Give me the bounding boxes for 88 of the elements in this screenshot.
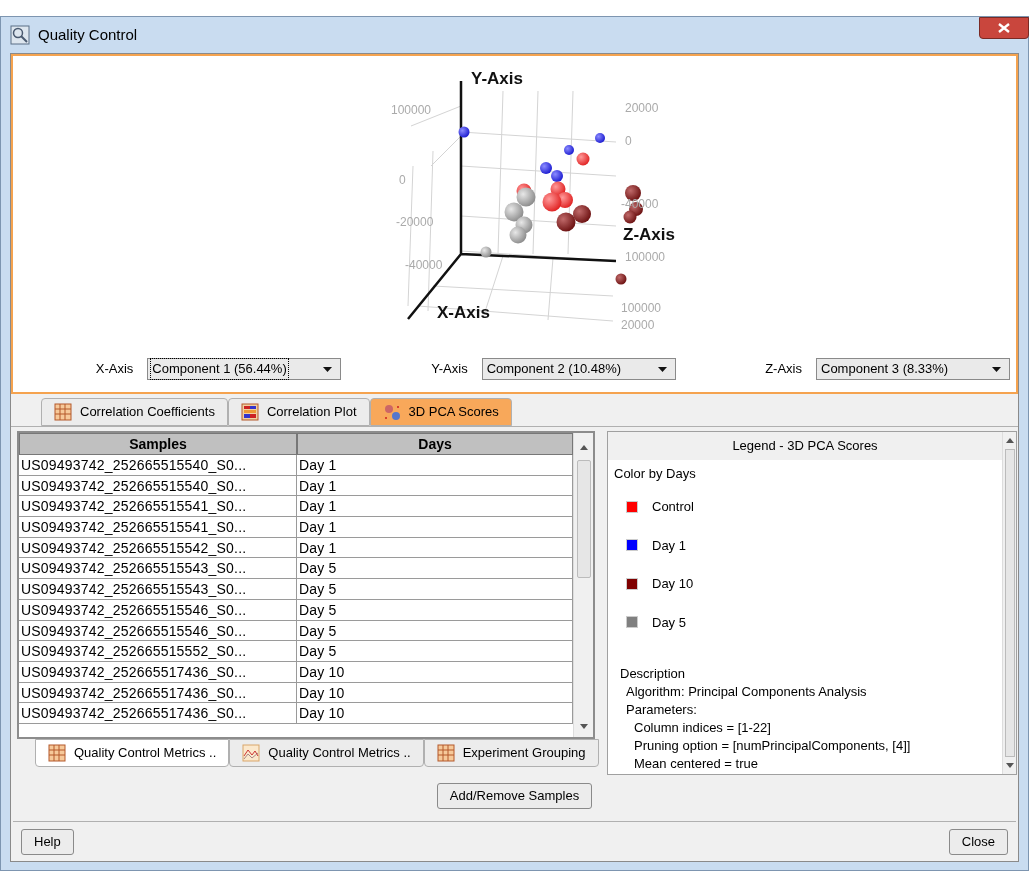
scrollbar[interactable]: [573, 433, 593, 737]
legend-label: Day 10: [652, 575, 694, 593]
table-icon: [54, 403, 72, 421]
table-cell: Day 1: [297, 537, 573, 559]
scrollbar[interactable]: [1002, 432, 1016, 774]
tick-label: 0: [399, 173, 406, 187]
table-cell: US09493742_252665515543_S0...: [19, 579, 297, 600]
tab[interactable]: Experiment Grouping: [423, 739, 599, 767]
table-cell: Day 10: [297, 682, 573, 704]
tick-label: -20000: [396, 215, 434, 229]
heatmap-icon: [240, 403, 259, 421]
axis-dropdown[interactable]: Component 2 (10.48%): [481, 358, 676, 380]
table-cell: Day 10: [297, 703, 573, 724]
axis-title: Y-Axis: [471, 69, 523, 88]
table-cell: Day 5: [297, 579, 573, 600]
close-icon: [998, 23, 1010, 33]
window-title: Quality Control: [38, 24, 138, 45]
tick-label: 100000: [391, 103, 432, 117]
tab[interactable]: Quality Control Metrics ..: [229, 739, 424, 767]
caret-icon: [657, 366, 667, 372]
axis-label: Z-Axis: [765, 360, 802, 379]
table-cell: Day 1: [297, 496, 573, 518]
magnifier-icon: [10, 25, 30, 45]
line-chart-icon: [242, 744, 261, 762]
table-cell: Day 5: [297, 620, 573, 642]
table-cell: US09493742_252665515543_S0...: [19, 558, 297, 580]
tab[interactable]: Correlation Plot: [227, 398, 370, 426]
legend-title: Legend - 3D PCA Scores: [608, 432, 1002, 460]
caret-icon: [323, 366, 333, 372]
table-cell: Day 5: [297, 599, 573, 621]
scroll-up-arrow-icon[interactable]: [579, 445, 588, 450]
description-line: Parameters:: [625, 701, 698, 719]
tab[interactable]: 3D PCA Scores: [369, 398, 512, 426]
tick-label: -40000: [621, 197, 659, 211]
table-icon: [436, 744, 455, 762]
table-icon: [48, 744, 66, 762]
table-cell: Day 1: [297, 517, 573, 538]
footer-button[interactable]: Close: [948, 828, 1008, 855]
table-cell: US09493742_252665517436_S0...: [19, 682, 297, 704]
caret-icon: [992, 366, 1001, 372]
table-cell: Day 1: [297, 455, 573, 476]
legend-label: Day 1: [652, 536, 686, 555]
tick-label: 0: [625, 134, 632, 148]
table-cell: US09493742_252665515541_S0...: [19, 517, 297, 538]
table-cell: US09493742_252665517436_S0...: [19, 661, 297, 683]
footer-button[interactable]: Help: [21, 828, 74, 855]
scroll-down-arrow-icon[interactable]: [579, 724, 588, 729]
table-cell: US09493742_252665515552_S0...: [19, 641, 297, 662]
axis-dropdown[interactable]: Component 3 (8.33%): [816, 358, 1010, 380]
scatter-icon: [382, 403, 401, 421]
tick-label: 100000: [621, 301, 662, 315]
axis-dropdown[interactable]: Component 1 (56.44%): [147, 358, 342, 380]
tab[interactable]: Quality Control Metrics ..: [35, 739, 230, 767]
description-line: Column indices = [1-22]: [633, 719, 772, 737]
column-header[interactable]: Days: [297, 433, 573, 455]
table-cell: US09493742_252665515540_S0...: [19, 455, 297, 476]
tick-label: 20000: [621, 318, 655, 332]
table-cell: US09493742_252665517436_S0...: [19, 703, 297, 724]
column-header[interactable]: Samples: [19, 433, 297, 455]
axis-label: Y-Axis: [431, 360, 468, 379]
tab[interactable]: Correlation Coefficients: [41, 398, 228, 426]
table-cell: US09493742_252665515541_S0...: [19, 496, 297, 518]
table-cell: Day 1: [297, 475, 573, 497]
table-cell: US09493742_252665515546_S0...: [19, 599, 297, 621]
add-remove-samples-button[interactable]: Add/Remove Samples: [436, 783, 593, 809]
table-cell: Day 5: [297, 641, 573, 662]
close-button[interactable]: [979, 17, 1029, 39]
description-line: Algorithm: Principal Components Analysis: [625, 683, 868, 701]
axis-title: Z-Axis: [623, 225, 675, 244]
tick-label: -40000: [405, 258, 443, 272]
scroll-up-arrow-icon[interactable]: [1005, 438, 1014, 443]
table-cell: Day 5: [297, 558, 573, 580]
table-cell: US09493742_252665515542_S0...: [19, 537, 297, 559]
axis-title: X-Axis: [437, 303, 490, 322]
legend-subtitle: Color by Days: [613, 465, 697, 483]
description-title: Description: [619, 664, 687, 683]
axis-label: X-Axis: [95, 360, 134, 379]
table-cell: Day 10: [297, 661, 573, 683]
description-line: Pruning option = [numPrincipalComponents, [4]]: [633, 737, 912, 755]
legend-label: Control: [652, 498, 694, 516]
table-cell: US09493742_252665515546_S0...: [19, 620, 297, 642]
tick-label: 100000: [625, 250, 666, 264]
scatter-point: [458, 126, 470, 138]
legend-label: Day 5: [652, 613, 686, 632]
tick-label: 20000: [625, 101, 659, 115]
description-line: Mean centered = true: [633, 755, 759, 773]
table-cell: US09493742_252665515540_S0...: [19, 475, 297, 497]
scroll-down-arrow-icon[interactable]: [1005, 763, 1014, 768]
